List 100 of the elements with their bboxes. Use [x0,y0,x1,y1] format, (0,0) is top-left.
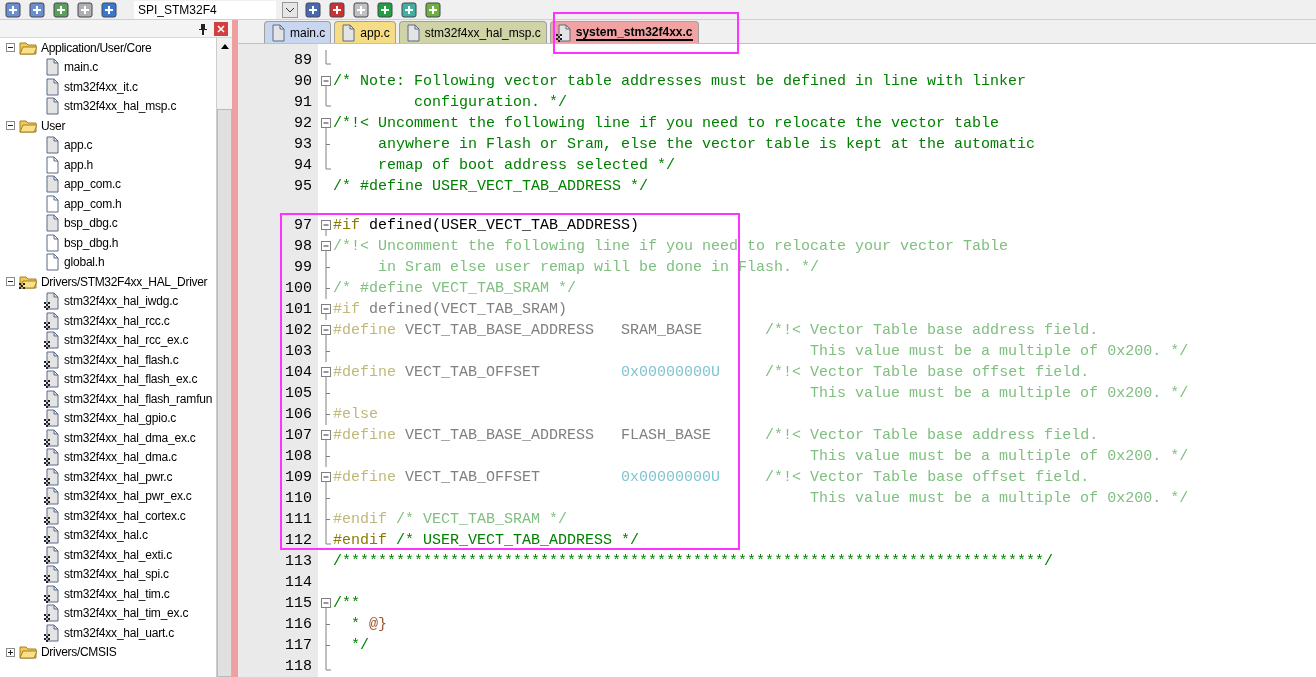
folder-label[interactable]: Drivers/STM32F4xx_HAL_Driver [41,272,208,291]
code-line: /*!< Uncomment the following line if you need to relocate your vector Table [333,237,1009,257]
file-label[interactable]: app_com.c [64,175,121,194]
line-number: 118 [285,657,312,677]
file-label[interactable]: bsp_dbg.c [64,214,118,233]
code-line: #endif /* VECT_TAB_SRAM */ [333,510,568,530]
scroll-up-icon[interactable] [220,44,229,49]
code-line: /* #define VECT_TAB_SRAM */ [333,279,577,299]
line-number: 102 [285,321,312,341]
file-icon [44,292,60,311]
code-line: #define VECT_TAB_BASE_ADDRESS SRAM_BASE /*!< Vector Table base address field. [333,321,1099,341]
file-icon [44,77,60,96]
folder-icon [19,40,37,55]
file-label[interactable]: stm32f4xx_hal_spi.c [64,565,169,584]
file-icon [44,175,60,194]
file-icon [44,526,60,545]
file-icon [44,389,60,408]
file-label[interactable]: app.c [64,136,93,155]
code-line: */ [350,636,369,656]
file-icon [44,214,60,233]
file-icon [44,194,60,213]
line-number: 117 [285,636,312,656]
file-icon [44,604,60,623]
file-icon [44,155,60,174]
folder-label[interactable]: Drivers/CMSIS [41,643,117,662]
expand-icon[interactable] [6,647,15,657]
code-line: remap of boot address selected */ [377,156,676,176]
file-label[interactable]: stm32f4xx_hal_msp.c [64,97,177,116]
code-line: #define VECT_TAB_OFFSET 0x00000000U /*!< Vector Table base offset field. [333,468,1090,488]
file-label[interactable]: stm32f4xx_hal_rcc_ex.c [64,331,189,350]
folder-label[interactable]: Application/User/Core [41,38,152,57]
file-label[interactable]: bsp_dbg.h [64,233,119,252]
folder-label[interactable]: User [41,116,66,135]
editor-tab[interactable]: main.c [264,21,332,43]
code-line: This value must be a multiple of 0x200. */ [809,342,1189,362]
file-label[interactable]: app_com.h [64,194,122,213]
line-number: 95 [294,177,312,197]
line-number: 115 [285,594,312,614]
editor-tab[interactable]: system_stm32f4xx.c [549,21,699,43]
collapse-icon[interactable] [6,277,15,287]
file-label[interactable]: stm32f4xx_hal_flash_ramfun [64,389,213,408]
collapse-icon[interactable] [6,43,15,53]
code-line: anywhere in Flash or Sram, else the vector table is kept at the automatic [377,135,1036,155]
file-label[interactable]: stm32f4xx_hal_pwr.c [64,467,173,486]
collapse-icon[interactable] [6,121,15,131]
line-number: 114 [285,573,312,593]
caret-icon[interactable] [282,1,298,18]
file-label[interactable]: stm32f4xx_hal_uart.c [64,623,175,642]
file-icon [44,97,60,116]
folder-icon [19,118,37,133]
line-number: 89 [294,51,312,71]
code-line: #if defined(USER_VECT_TAB_ADDRESS) [333,216,640,236]
file-label[interactable]: stm32f4xx_hal_tim.c [64,584,170,603]
line-number: 110 [285,489,312,509]
scroll-thumb[interactable] [217,109,232,677]
file-icon [44,487,60,506]
line-number: 99 [294,258,312,278]
file-icon [44,545,60,564]
code-line: This value must be a multiple of 0x200. */ [809,489,1189,509]
file-icon [44,350,60,369]
file-icon [44,311,60,330]
file-label[interactable]: stm32f4xx_hal_flash.c [64,350,179,369]
file-icon [44,506,60,525]
editor-tab[interactable]: app.c [334,21,396,43]
close-icon[interactable] [214,21,228,36]
folder-icon [19,645,37,660]
file-label[interactable]: main.c [64,58,99,77]
code-line: #define VECT_TAB_BASE_ADDRESS FLASH_BASE /*!< Vector Table base address field. [333,426,1099,446]
file-label[interactable]: stm32f4xx_hal_dma.c [64,448,177,467]
line-number: 98 [294,237,312,257]
scrollbar[interactable] [216,38,232,677]
editor-tab[interactable]: stm32f4xx_hal_msp.c [398,21,547,43]
file-icon [44,565,60,584]
line-number: 106 [285,405,312,425]
code-line: /******************************************************************************/ [333,552,1054,572]
file-label[interactable]: stm32f4xx_hal_pwr_ex.c [64,487,192,506]
line-number: 94 [294,156,312,176]
file-label[interactable]: stm32f4xx_hal_rcc.c [64,311,170,330]
file-label[interactable]: global.h [64,253,105,272]
line-number: 100 [285,279,312,299]
file-label[interactable]: stm32f4xx_hal.c [64,526,148,545]
code-line: This value must be a multiple of 0x200. */ [809,447,1189,467]
file-label[interactable]: app.h [64,155,94,174]
file-icon [44,136,60,155]
code-line: #endif /* USER_VECT_TAB_ADDRESS */ [333,531,640,551]
file-label[interactable]: stm32f4xx_hal_iwdg.c [64,292,179,311]
line-number: 109 [285,468,312,488]
code-line: configuration. */ [413,93,568,113]
pin-icon[interactable] [198,22,208,35]
file-label[interactable]: stm32f4xx_hal_flash_ex.c [64,370,198,389]
file-label[interactable]: stm32f4xx_hal_exti.c [64,545,173,564]
line-number: 112 [285,531,312,551]
code-line: #define VECT_TAB_OFFSET 0x00000000U /*!< Vector Table base offset field. [333,363,1090,383]
target-select[interactable]: SPI_STM32F4 [134,0,276,19]
file-label[interactable]: stm32f4xx_hal_cortex.c [64,506,186,525]
file-label[interactable]: stm32f4xx_hal_dma_ex.c [64,428,196,447]
file-label[interactable]: stm32f4xx_hal_tim_ex.c [64,604,189,623]
file-label[interactable]: stm32f4xx_hal_gpio.c [64,409,177,428]
file-icon [44,467,60,486]
file-label[interactable]: stm32f4xx_it.c [64,77,138,96]
